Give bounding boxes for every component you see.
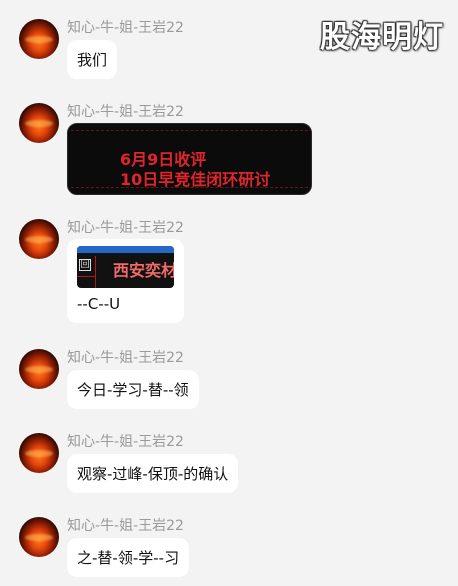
sender-name: 知心-牛-姐-王岩22	[67, 220, 184, 236]
divider	[95, 256, 96, 288]
avatar[interactable]	[19, 19, 59, 59]
thumbnail-title: 西安奕材	[113, 261, 174, 280]
avatar[interactable]	[19, 219, 59, 259]
divider	[77, 276, 95, 277]
thumbnail-header-bar	[77, 246, 174, 253]
link-text: --C--U	[77, 295, 121, 313]
sender-name: 知心-牛-姐-王岩22	[67, 104, 184, 120]
avatar[interactable]	[19, 433, 59, 473]
qr-icon: 回	[79, 259, 91, 271]
sender-name: 知心-牛-姐-王岩22	[67, 434, 184, 450]
image-card[interactable]: 6月9日收评 10日早竞佳闭环研讨	[67, 123, 312, 195]
sender-name: 知心-牛-姐-王岩22	[67, 350, 184, 366]
avatar[interactable]	[19, 517, 59, 557]
avatar[interactable]	[19, 349, 59, 389]
link-thumbnail: 回 西安奕材	[77, 246, 174, 288]
sender-name: 知心-牛-姐-王岩22	[67, 20, 184, 36]
avatar[interactable]	[19, 103, 59, 143]
text-bubble[interactable]: 观察-过峰-保顶-的确认	[67, 454, 239, 493]
text-bubble[interactable]: 今日-学习-替--领	[67, 370, 199, 409]
sender-name: 知心-牛-姐-王岩22	[67, 518, 184, 534]
watermark-logo: 股海明灯	[320, 20, 444, 55]
text-bubble[interactable]: 之-替-领-学--习	[67, 538, 190, 577]
text-bubble[interactable]: 我们	[67, 40, 118, 79]
link-card[interactable]: 回 西安奕材 --C--U	[67, 239, 184, 323]
card-title-line2: 10日早竞佳闭环研讨	[120, 170, 271, 189]
